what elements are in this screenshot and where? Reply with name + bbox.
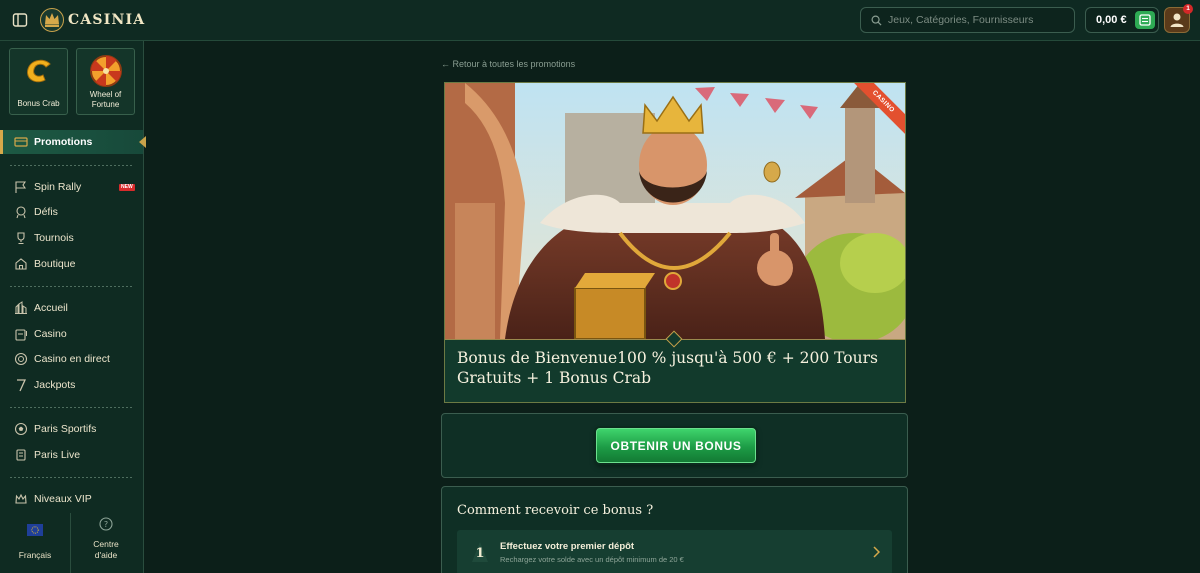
search-box[interactable] [860, 7, 1075, 33]
chevron-right-icon [873, 546, 880, 558]
sidebar-item-label: Tournois [34, 232, 74, 244]
seven-icon [17, 379, 27, 392]
ticket-icon [14, 137, 28, 147]
step-number-icon: 1 [472, 542, 488, 562]
home-icon [15, 301, 27, 314]
step-title: Effectuez votre premier dépôt [500, 541, 635, 552]
step-item[interactable]: 1 Effectuez votre premier dépôt Recharge… [457, 530, 892, 573]
help-center-link[interactable]: ? Centre d'aide [71, 513, 141, 573]
chip-icon [14, 352, 28, 366]
sidebar-item-jackpots[interactable]: Jackpots [0, 373, 143, 397]
bonus-crab-card[interactable]: Bonus Crab [9, 48, 68, 115]
slot-machine-icon [15, 329, 27, 341]
sidebar-item-accueil[interactable]: Accueil [0, 296, 143, 320]
sidebar-item-label: Accueil [34, 302, 68, 314]
cta-panel: OBTENIR UN BONUS [441, 413, 908, 478]
main-content: ← Retour à toutes les promotions CASINO … [145, 41, 1200, 573]
sidebar-item-label: Paris Sportifs [34, 423, 97, 435]
bonus-crab-label: Bonus Crab [17, 98, 60, 108]
divider [10, 165, 132, 166]
sidebar-item-casino[interactable]: Casino [0, 322, 143, 346]
sidebar-item-label: Casino [34, 328, 67, 340]
promo-hero-image: CASINO [445, 83, 905, 339]
sidebar-item-label: Paris Live [34, 449, 81, 461]
sidebar-item-casino-en-direct[interactable]: Casino en direct [0, 347, 143, 371]
crown-icon [15, 493, 27, 504]
divider [10, 286, 132, 287]
casinia-logo-icon[interactable] [40, 7, 64, 33]
live-betting-icon [16, 449, 26, 461]
sidebar-toggle-icon[interactable] [12, 12, 28, 28]
top-bar: CASINIA 0,00 € 1 [0, 0, 1200, 41]
sidebar: Bonus Crab Wheel of Fortune Promotions S… [0, 41, 146, 573]
language-selector[interactable]: Français [0, 513, 70, 573]
step-subtitle: Rechargez votre solde avec un dépôt mini… [500, 555, 684, 564]
sidebar-item-paris-live[interactable]: Paris Live [0, 443, 143, 467]
search-input[interactable] [888, 14, 1068, 26]
sidebar-item-spin-rally[interactable]: Spin Rally NEW [0, 175, 143, 199]
arrow-left-icon: ← [441, 59, 450, 69]
sidebar-item-label: Promotions [34, 136, 93, 148]
notification-badge: 1 [1183, 4, 1193, 14]
how-to-title: Comment recevoir ce bonus ? [457, 503, 654, 518]
step-number: 1 [475, 546, 484, 561]
search-icon [871, 15, 882, 26]
promo-title: Bonus de Bienvenue100 % jusqu'à 500 € + … [457, 349, 878, 387]
deposit-button[interactable] [1135, 11, 1155, 29]
sidebar-item-label: Boutique [34, 258, 76, 270]
football-icon [14, 422, 28, 436]
sidebar-item-label: Jackpots [34, 379, 76, 391]
logo-text[interactable]: CASINIA [68, 12, 145, 28]
new-badge: NEW [119, 184, 135, 191]
how-to-panel: Comment recevoir ce bonus ? 1 Effectuez … [441, 486, 908, 573]
wheel-of-fortune-card[interactable]: Wheel of Fortune [76, 48, 135, 115]
sidebar-item-label: Spin Rally [34, 181, 82, 193]
profile-button[interactable]: 1 [1164, 4, 1193, 33]
sidebar-item-paris-sportifs[interactable]: Paris Sportifs [0, 417, 143, 441]
back-link-label: Retour à toutes les promotions [452, 59, 576, 69]
balance-box[interactable]: 0,00 € [1085, 7, 1159, 33]
help-icon: ? [99, 517, 113, 531]
help-label: Centre d'aide [93, 539, 119, 560]
shop-icon [15, 258, 27, 270]
challenge-icon [16, 206, 26, 219]
sidebar-item-defis[interactable]: Défis [0, 200, 143, 224]
trophy-icon [17, 232, 25, 245]
divider [10, 407, 132, 408]
sidebar-item-tournois[interactable]: Tournois [0, 226, 143, 250]
sidebar-item-boutique[interactable]: Boutique [0, 252, 143, 276]
king-illustration [445, 83, 905, 339]
language-label: Français [18, 550, 52, 560]
wallet-icon [1139, 14, 1151, 26]
divider [10, 477, 132, 478]
eu-flag-icon [27, 524, 43, 536]
wheel-of-fortune-label: Wheel of Fortune [89, 90, 122, 109]
back-to-promotions-link[interactable]: ← Retour à toutes les promotions [441, 59, 575, 69]
flag-icon [15, 181, 27, 193]
sidebar-item-label: Défis [34, 206, 58, 218]
sidebar-item-label: Casino en direct [34, 353, 110, 365]
crab-logo-icon [27, 59, 51, 83]
balance-amount: 0,00 € [1096, 14, 1127, 26]
get-bonus-button[interactable]: OBTENIR UN BONUS [596, 428, 756, 463]
promo-card: CASINO Bonus de Bienvenue100 % jusqu'à 5… [444, 82, 906, 403]
svg-text:?: ? [104, 520, 108, 529]
wheel-icon [90, 55, 122, 87]
sidebar-item-promotions[interactable]: Promotions [0, 130, 146, 154]
sidebar-item-label: Niveaux VIP [34, 493, 92, 505]
sidebar-item-niveaux-vip[interactable]: Niveaux VIP [0, 487, 143, 511]
